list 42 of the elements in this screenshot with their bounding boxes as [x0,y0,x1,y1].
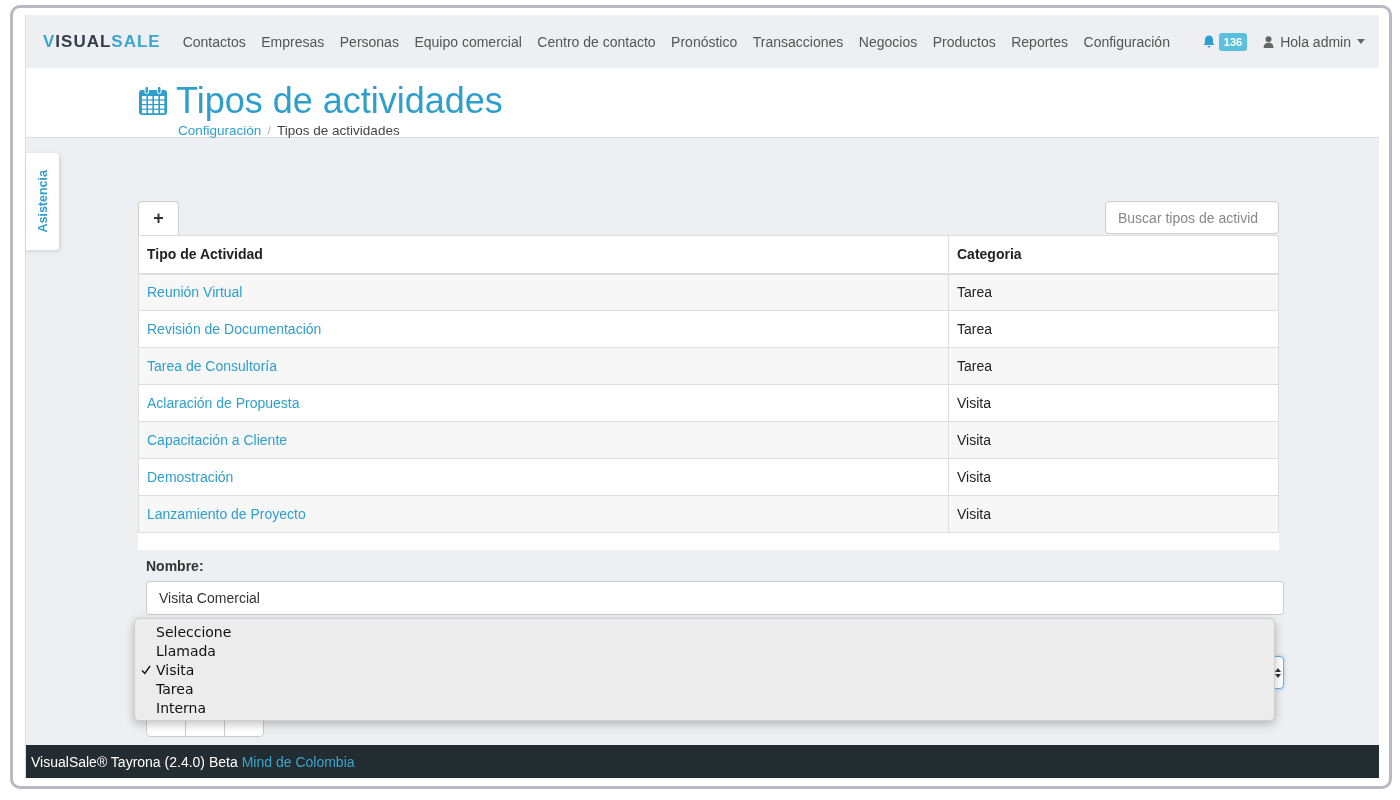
dropdown-option[interactable]: Tarea [156,680,194,697]
add-button[interactable]: + [138,201,179,235]
table-cell: Visita [948,495,1279,533]
name-label: Nombre: [146,558,204,574]
breadcrumb-separator: / [267,123,272,138]
dropdown-option[interactable]: Interna [156,699,207,716]
nav-link[interactable]: Reportes [1011,33,1069,50]
column-header[interactable]: Categoria [948,235,1279,274]
dropdown-option[interactable]: Llamada [156,642,216,659]
table-cell: Tarea [948,347,1279,385]
breadcrumb-current: Tipos de actividades [277,123,400,138]
nav-link[interactable]: Pronóstico [671,33,738,50]
user-icon [1263,35,1275,48]
dropdown-option[interactable]: Seleccione [156,623,232,640]
search-field[interactable]: Buscar tipos de activid [1105,201,1279,234]
table-cell: Tarea [948,310,1279,348]
user-menu[interactable]: Hola admin [1280,33,1365,50]
nav-link[interactable]: Productos [932,33,996,50]
table-cell: Visita [948,421,1279,459]
nav-link[interactable]: Personas [339,33,399,50]
footer-link[interactable]: Mind de Colombia [241,753,355,770]
dropdown-option[interactable]: Visita [156,661,195,678]
page-title: Tipos de actividades [176,81,503,121]
table-cell: Tarea [948,273,1279,311]
caret-icon[interactable] [1357,39,1365,44]
nav-link[interactable]: Contactos [182,33,246,50]
up-down-arrows-icon[interactable] [1275,666,1281,679]
calendar-icon [138,86,168,116]
nav-link[interactable]: Equipo comercial [414,33,522,50]
nav-link[interactable]: Centro de contacto [537,33,656,50]
column-header[interactable]: Tipo de Actividad [138,235,949,274]
name-field[interactable]: Visita Comercial [146,581,1284,615]
bell-icon[interactable] [1202,35,1215,48]
nav-link[interactable]: Negocios [858,33,918,50]
table-cell: Visita [948,384,1279,422]
brand-logo[interactable]: VISUALSALE [43,31,161,52]
table-cell: Visita [948,458,1279,496]
nav-link[interactable]: Configuración [1083,33,1170,50]
nav-link[interactable]: Transacciones [752,33,844,50]
nav-link[interactable]: Empresas [261,33,325,50]
footer-text: VisualSale® Tayrona (2.4.0) Beta [31,753,238,770]
tab-label: Asistencia [35,170,50,233]
